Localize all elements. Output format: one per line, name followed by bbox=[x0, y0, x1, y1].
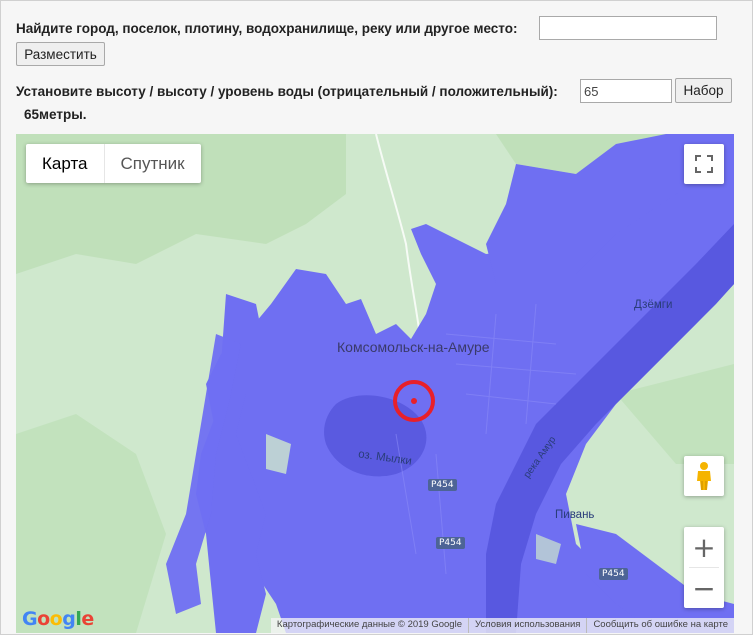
terms-link[interactable]: Условия использования bbox=[467, 618, 586, 633]
village-label-1: Дзёмги bbox=[634, 299, 673, 311]
map-data-credit: Картографические данные © 2019 Google bbox=[276, 619, 462, 630]
fullscreen-icon bbox=[695, 155, 713, 173]
road-shield: Р454 bbox=[428, 479, 457, 491]
google-logo: Google bbox=[22, 608, 94, 630]
pegman-icon bbox=[697, 462, 711, 490]
city-label: Комсомольск-на-Амуре bbox=[337, 339, 490, 355]
map-type-satellite[interactable]: Спутник bbox=[103, 144, 201, 183]
height-input[interactable] bbox=[580, 79, 672, 103]
road-shield: Р454 bbox=[599, 568, 628, 580]
target-marker-icon bbox=[393, 380, 435, 422]
map-tiles bbox=[16, 134, 734, 633]
village-label-2: Пивань bbox=[555, 509, 595, 521]
street-view-button[interactable] bbox=[684, 456, 724, 496]
report-error-link[interactable]: Сообщить об ошибке на карте bbox=[586, 618, 734, 633]
map-type-control: Карта Спутник bbox=[26, 144, 201, 183]
set-height-button[interactable]: Набор bbox=[675, 78, 732, 103]
attribution-bar: Картографические данные © 2019 Google Ус… bbox=[270, 618, 734, 633]
zoom-in-button[interactable]: + bbox=[684, 527, 724, 567]
fullscreen-button[interactable] bbox=[684, 144, 724, 184]
map-type-map[interactable]: Карта bbox=[26, 144, 104, 183]
road-shield: Р454 bbox=[436, 537, 465, 549]
locate-button[interactable]: Разместить bbox=[16, 42, 105, 66]
search-input[interactable] bbox=[539, 16, 717, 40]
zoom-out-button[interactable]: − bbox=[684, 568, 724, 608]
search-label: Найдите город, поселок, плотину, водохра… bbox=[16, 21, 518, 36]
zoom-control: + − bbox=[684, 527, 724, 608]
map-canvas[interactable]: Комсомольск-на-Амуре оз. Мылки Дзёмги Пи… bbox=[16, 134, 734, 633]
height-label: Установите высоту / высоту / уровень вод… bbox=[16, 84, 558, 99]
height-result: 65метры. bbox=[24, 107, 87, 122]
